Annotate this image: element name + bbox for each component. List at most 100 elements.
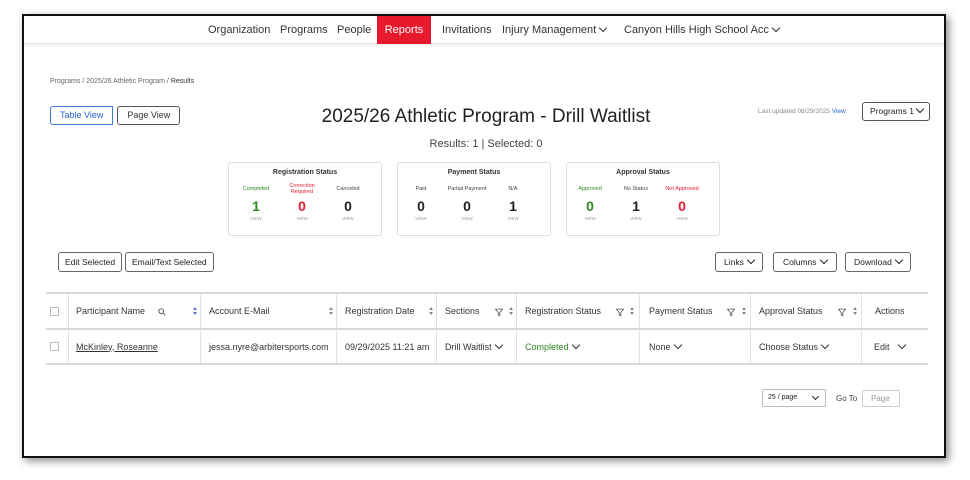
columns-dropdown-label: Columns xyxy=(783,257,817,267)
column-divider xyxy=(861,294,862,328)
card-title: Approval Status xyxy=(616,169,670,176)
table-header: Participant Name Account E-Mail Registra… xyxy=(46,294,928,330)
registration-status-label: Completed xyxy=(525,341,569,352)
column-divider xyxy=(639,330,640,363)
links-dropdown-label: Links xyxy=(724,257,744,267)
stat-na: N/A 1 VIEW xyxy=(491,181,535,221)
header-sections[interactable]: Sections xyxy=(445,294,480,328)
row-select-cell xyxy=(50,330,59,363)
stat-view-link[interactable]: VIEW xyxy=(568,216,612,221)
participant-name-link[interactable]: McKinley, Roseanne xyxy=(76,342,158,352)
sort-icon[interactable] xyxy=(192,307,198,317)
sort-icon[interactable] xyxy=(852,307,858,317)
header-payment-status[interactable]: Payment Status xyxy=(649,294,713,328)
stat-value: 0 xyxy=(586,198,594,214)
chevron-down-icon xyxy=(820,340,830,349)
column-divider xyxy=(516,294,517,328)
goto-page-input[interactable] xyxy=(862,390,900,407)
column-divider xyxy=(68,294,69,328)
edit-action-label: Edit xyxy=(874,341,890,352)
approval-status-dropdown[interactable]: Choose Status xyxy=(759,330,830,363)
stat-paid: Paid 0 VIEW xyxy=(399,181,443,221)
stat-view-link[interactable]: VIEW xyxy=(660,216,704,221)
goto-label: Go To xyxy=(836,394,858,403)
header-participant-name[interactable]: Participant Name xyxy=(76,294,145,328)
app-window: Organization Programs People Reports Inv… xyxy=(22,14,946,458)
header-approval-status[interactable]: Approval Status xyxy=(759,294,823,328)
chevron-down-icon xyxy=(598,23,608,33)
header-registration-status[interactable]: Registration Status xyxy=(525,294,601,328)
stat-completed: Completed 1 VIEW xyxy=(234,181,278,221)
registration-status-dropdown[interactable]: Completed xyxy=(525,330,580,363)
stat-view-link[interactable]: VIEW xyxy=(326,216,370,221)
column-divider xyxy=(200,294,201,328)
programs-dropdown-label: Programs 1 xyxy=(870,106,914,116)
registration-date-cell: 09/29/2025 11:21 am xyxy=(345,341,430,352)
stat-view-link[interactable]: VIEW xyxy=(445,216,489,221)
sort-icon[interactable] xyxy=(741,307,747,317)
stat-view-link[interactable]: VIEW xyxy=(280,216,324,221)
column-divider xyxy=(516,330,517,363)
card-title: Payment Status xyxy=(447,169,501,176)
download-dropdown[interactable]: Download xyxy=(845,252,911,272)
breadcrumb-program[interactable]: 2025/26 Athletic Program xyxy=(86,78,165,85)
header-registration-date[interactable]: Registration Date xyxy=(345,294,415,328)
filter-icon[interactable] xyxy=(838,308,846,317)
programs-dropdown[interactable]: Programs 1 xyxy=(862,102,930,121)
header-actions: Actions xyxy=(875,306,905,316)
filter-icon[interactable] xyxy=(616,308,624,317)
filter-icon[interactable] xyxy=(727,308,735,317)
payment-status-dropdown[interactable]: None xyxy=(649,330,682,363)
stat-label: Correction Required xyxy=(289,183,315,195)
stat-not-approved: Not Approved 0 VIEW xyxy=(660,181,704,221)
column-divider xyxy=(336,294,337,328)
stat-label: Paid xyxy=(415,186,427,192)
chevron-down-icon xyxy=(771,23,781,33)
edit-action-dropdown[interactable]: Edit xyxy=(874,330,906,363)
email-text-selected-button[interactable]: Email/Text Selected xyxy=(125,252,214,272)
nav-account-menu[interactable]: Canyon Hills High School Acc xyxy=(624,16,781,44)
section-dropdown[interactable]: Drill Waitlist xyxy=(445,330,503,363)
column-divider xyxy=(639,294,640,328)
header-account-email[interactable]: Account E-Mail xyxy=(209,294,270,328)
filter-icon[interactable] xyxy=(495,308,503,317)
sort-icon[interactable] xyxy=(428,307,434,317)
chevron-down-icon xyxy=(915,104,925,114)
select-all-checkbox[interactable] xyxy=(50,306,59,316)
nav-reports[interactable]: Reports xyxy=(377,16,431,44)
stat-label: Completed xyxy=(242,186,270,192)
stat-view-link[interactable]: VIEW xyxy=(399,216,443,221)
nav-invitations[interactable]: Invitations xyxy=(442,16,492,44)
nav-account-label: Canyon Hills High School Acc xyxy=(624,24,769,36)
stat-label: Canceled xyxy=(336,186,360,192)
nav-programs[interactable]: Programs xyxy=(280,16,328,44)
page-size-label: 25 / page xyxy=(768,394,798,401)
sort-icon[interactable] xyxy=(629,307,635,317)
chevron-down-icon xyxy=(746,255,756,265)
breadcrumb-separator: / xyxy=(166,78,169,85)
search-icon[interactable] xyxy=(158,308,166,316)
edit-selected-button[interactable]: Edit Selected xyxy=(58,252,123,272)
row-checkbox[interactable] xyxy=(50,342,59,351)
stat-view-link[interactable]: VIEW xyxy=(614,216,658,221)
sort-icon[interactable] xyxy=(328,307,334,317)
stat-view-link[interactable]: VIEW xyxy=(491,216,535,221)
column-divider xyxy=(750,294,751,328)
last-updated-view-link[interactable]: View xyxy=(832,108,846,115)
nav-organization[interactable]: Organization xyxy=(208,16,270,44)
stat-view-link[interactable]: VIEW xyxy=(234,216,278,221)
sort-icon[interactable] xyxy=(508,307,514,317)
stat-partial-payment: Partial Payment 0 VIEW xyxy=(445,181,489,221)
column-divider xyxy=(336,330,337,363)
table-row: McKinley, Roseanne jessa.nyre@arbiterspo… xyxy=(46,330,928,365)
column-divider xyxy=(68,330,69,363)
column-divider xyxy=(200,330,201,363)
links-dropdown[interactable]: Links xyxy=(715,252,763,272)
breadcrumb-separator: / xyxy=(82,78,85,85)
columns-dropdown[interactable]: Columns xyxy=(773,252,837,272)
nav-people[interactable]: People xyxy=(337,16,371,44)
card-title: Registration Status xyxy=(272,169,338,176)
page-size-select[interactable]: 25 / page xyxy=(762,389,826,407)
nav-injury-management[interactable]: Injury Management xyxy=(502,16,608,44)
breadcrumb-programs[interactable]: Programs xyxy=(50,78,80,85)
